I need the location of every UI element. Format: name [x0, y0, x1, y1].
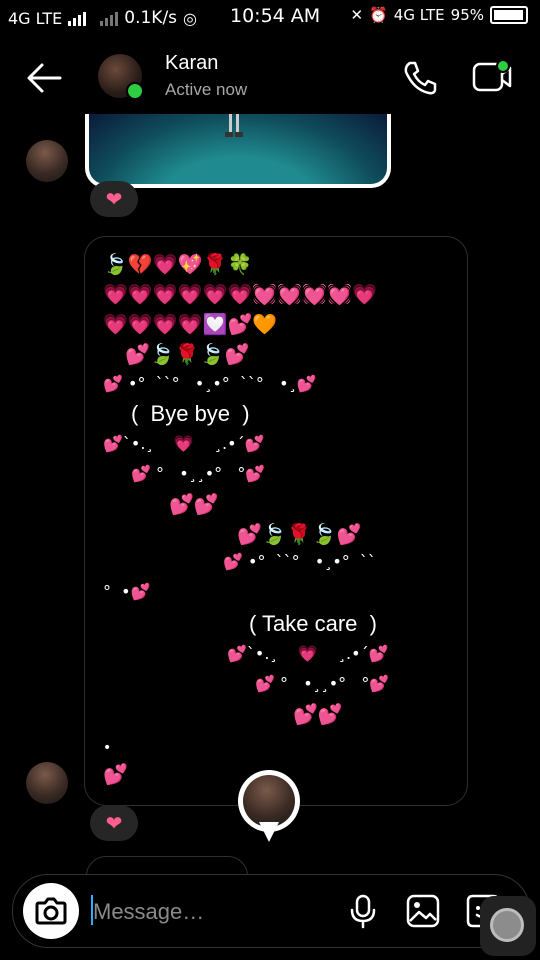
microphone-icon[interactable]: [345, 893, 381, 929]
contact-name[interactable]: Karan: [165, 52, 218, 75]
seen-avatar-pin[interactable]: [238, 770, 304, 850]
art-dots-4: 💕 •° ˋˋ° •¸•° ˋˋ: [223, 552, 376, 571]
mute-icon: ✕: [350, 6, 364, 24]
message-input[interactable]: [91, 895, 325, 929]
photo-message[interactable]: [85, 114, 391, 188]
whatsapp-icon: ◎: [183, 8, 198, 28]
message-composer: [12, 874, 530, 948]
art-row-4: 💕🍃🌹🍃💕: [125, 342, 250, 366]
pin-tail: [259, 822, 279, 842]
art-row-2: 💗💗💗💗💗💗💓💓💓💓💗: [103, 282, 377, 306]
network-label-2: 4G LTE: [393, 6, 445, 24]
chat-header: Karan Active now: [0, 42, 540, 114]
network-speed: 0.1K/s: [124, 8, 178, 28]
signal-icon-2: [100, 10, 119, 26]
art-row-1: 🍃💔💗💖🌹🍀: [103, 252, 253, 276]
gallery-icon[interactable]: [405, 893, 441, 929]
sender-avatar[interactable]: [26, 140, 68, 182]
back-arrow-icon[interactable]: [24, 60, 64, 96]
art-dot-end: •: [103, 740, 112, 756]
art-row-3: 💗💗💗💗💟💕🧡: [103, 312, 278, 336]
art-dots-6: 💕ˋ•.¸ 💗 ¸.•ˊ💕: [227, 644, 389, 663]
heart-reaction-2[interactable]: ❤: [90, 805, 138, 841]
battery-percent: 95%: [450, 6, 484, 24]
photo-figure: [225, 114, 243, 137]
status-left: 4G LTE 0.1K/s ◎: [8, 8, 197, 28]
phone-icon[interactable]: [400, 58, 440, 98]
art-heart-end: 💕: [103, 762, 128, 786]
art-dots-7: 💕 ° •¸¸•° °💕: [255, 674, 390, 693]
art-row-5: 💕🍃🌹🍃💕: [237, 522, 362, 546]
text-art-message[interactable]: 🍃💔💗💖🌹🍀 💗💗💗💗💗💗💓💓💓💓💗 💗💗💗💗💟💕🧡 💕🍃🌹🍃💕 💕 •° ˋˋ…: [84, 236, 468, 806]
sender-avatar-2[interactable]: [26, 762, 68, 804]
art-dots-5: ° •💕: [103, 582, 151, 601]
status-right: ✕ ⏰ 4G LTE 95%: [351, 6, 528, 24]
camera-icon: [35, 897, 67, 925]
online-indicator: [126, 82, 144, 100]
alarm-icon: ⏰: [369, 6, 388, 24]
bye-bye-text: ( Bye bye ): [131, 401, 250, 426]
heart-reaction[interactable]: ❤: [90, 181, 138, 217]
art-dots-1: 💕 •° ˋˋ° •¸•° ˋˋ° •¸💕: [103, 374, 317, 393]
art-dots-2: 💕ˋ•.¸ 💗 ¸.•ˊ💕: [103, 434, 265, 453]
battery-icon: [490, 6, 528, 24]
video-icon[interactable]: [470, 56, 514, 96]
take-care-text: ( Take care ): [249, 611, 377, 636]
camera-button[interactable]: [23, 883, 79, 939]
art-hearts-mid: 💕💕: [169, 492, 219, 516]
signal-icon: [68, 10, 87, 26]
art-hearts-end: 💕💕: [293, 702, 343, 726]
status-time: 10:54 AM: [230, 5, 321, 27]
presence-status: Active now: [165, 80, 248, 99]
assistive-touch-button[interactable]: [480, 896, 536, 956]
art-dots-3: 💕 ° •¸¸•° °💕: [131, 464, 266, 483]
heart-icon-2: ❤: [105, 811, 123, 835]
network-label: 4G LTE: [8, 8, 63, 28]
heart-icon: ❤: [105, 187, 123, 211]
status-bar: 4G LTE 0.1K/s ◎ 10:54 AM ✕ ⏰ 4G LTE 95%: [0, 0, 540, 34]
